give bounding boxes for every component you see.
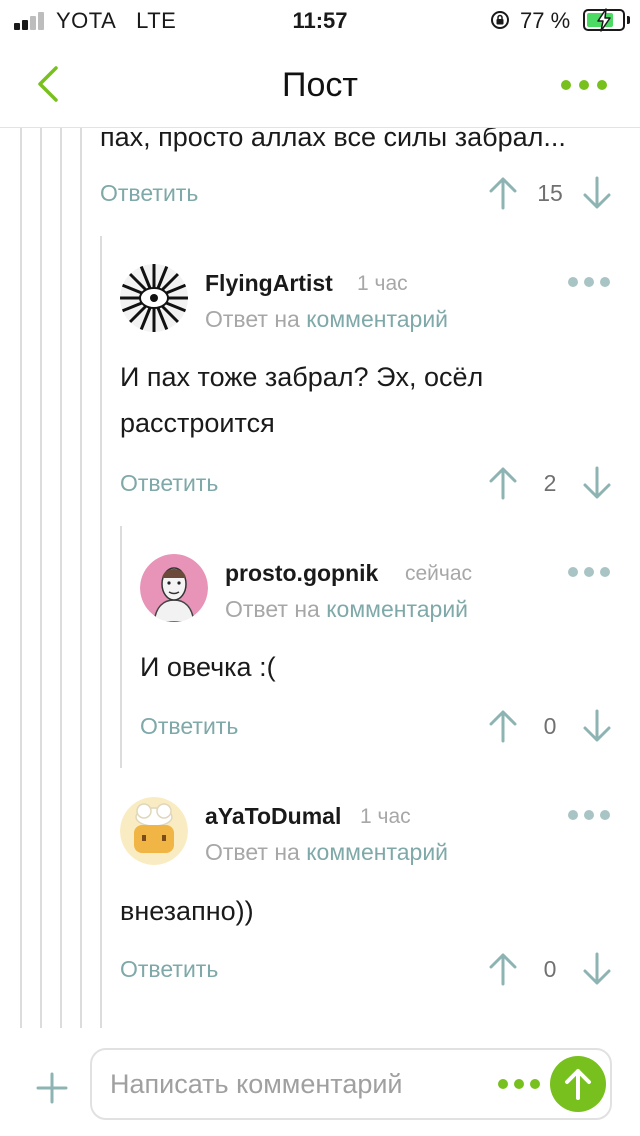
reply-to-prefix: Ответ на <box>205 306 300 332</box>
more-icon[interactable] <box>566 562 612 582</box>
more-icon[interactable] <box>566 805 612 825</box>
avatar[interactable] <box>120 797 188 865</box>
avatar[interactable] <box>120 264 188 332</box>
comment-score: 0 <box>543 713 557 739</box>
thread-line <box>40 128 42 1028</box>
reply-button[interactable]: Ответить <box>120 956 218 983</box>
comment-text: пах, просто аллах все силы забрал... <box>100 128 566 152</box>
timestamp: 1 час <box>357 272 408 295</box>
charging-bolt-icon <box>597 8 611 32</box>
send-icon <box>565 1069 591 1100</box>
timestamp: 1 час <box>360 805 411 828</box>
reply-button[interactable]: Ответить <box>140 713 238 740</box>
avatar-image <box>120 264 188 332</box>
lock-rotation-icon <box>491 11 509 29</box>
arrow-down-icon[interactable] <box>582 952 612 986</box>
arrow-up-icon[interactable] <box>488 952 518 986</box>
avatar-image <box>120 797 188 865</box>
comment-score: 15 <box>537 180 563 206</box>
battery-percent: 77 % <box>520 8 571 33</box>
comment-text: внезапно)) <box>120 896 254 926</box>
comment-text: И пах тоже забрал? Эх, осёл расстроится <box>120 354 483 446</box>
username[interactable]: prosto.gopnik <box>225 560 378 587</box>
thread-line <box>80 128 82 1028</box>
more-icon[interactable] <box>566 272 612 292</box>
comment-input[interactable] <box>110 1062 490 1106</box>
username[interactable]: aYaToDumal <box>205 803 341 830</box>
battery-cap <box>627 16 630 24</box>
arrow-down-icon[interactable] <box>582 466 612 500</box>
reply-to-link[interactable]: комментарий <box>326 596 468 622</box>
comment-text: И овечка :( <box>140 652 276 682</box>
comment-score: 2 <box>543 470 557 496</box>
reply-to: Ответ на комментарий <box>205 839 448 866</box>
reply-to-link[interactable]: комментарий <box>306 306 448 332</box>
comment-composer <box>0 1028 640 1136</box>
avatar-image <box>140 554 208 622</box>
more-icon[interactable] <box>496 1074 542 1094</box>
arrow-up-icon[interactable] <box>488 466 518 500</box>
thread-line <box>60 128 62 1028</box>
reply-to-prefix: Ответ на <box>225 596 320 622</box>
thread-line <box>100 236 102 1028</box>
avatar[interactable] <box>140 554 208 622</box>
arrow-down-icon[interactable] <box>582 709 612 743</box>
arrow-up-icon[interactable] <box>488 176 518 210</box>
nav-header: Пост <box>0 50 640 120</box>
comment-input-box[interactable] <box>90 1048 612 1120</box>
thread-line <box>20 128 22 1028</box>
comments-thread[interactable]: пах, просто аллах все силы забрал... Отв… <box>0 128 640 1028</box>
username[interactable]: FlyingArtist <box>205 270 333 297</box>
thread-line <box>120 526 122 768</box>
reply-to-link[interactable]: комментарий <box>306 839 448 865</box>
status-bar: YOTA LTE 11:57 77 % <box>0 0 640 40</box>
send-button[interactable] <box>550 1056 606 1112</box>
comment-text-line: расстроится <box>120 408 275 438</box>
arrow-up-icon[interactable] <box>488 709 518 743</box>
arrow-down-icon[interactable] <box>582 176 612 210</box>
page-title: Пост <box>282 66 358 104</box>
plus-icon[interactable] <box>36 1072 68 1104</box>
timestamp: сейчас <box>405 562 473 585</box>
more-icon[interactable] <box>556 66 612 104</box>
reply-to: Ответ на комментарий <box>225 596 468 623</box>
reply-to-prefix: Ответ на <box>205 839 300 865</box>
reply-to: Ответ на комментарий <box>205 306 448 333</box>
comment-text-line: И пах тоже забрал? Эх, осёл <box>120 362 484 392</box>
reply-button[interactable]: Ответить <box>100 180 198 207</box>
comment-score: 0 <box>543 956 557 982</box>
reply-button[interactable]: Ответить <box>120 470 218 497</box>
